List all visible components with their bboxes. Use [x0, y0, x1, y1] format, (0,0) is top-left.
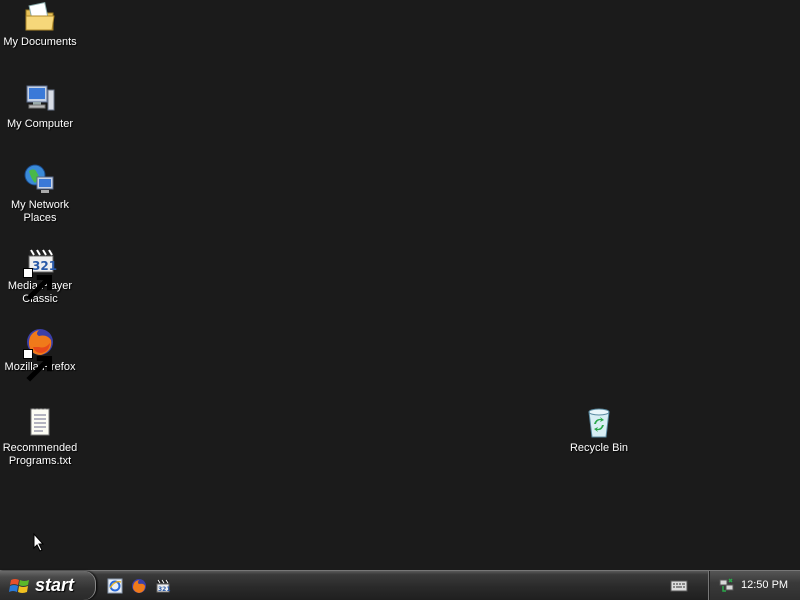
desktop-icon-my-network-places[interactable]: My Network Places — [1, 163, 79, 225]
my-computer-icon — [23, 82, 57, 116]
text-file-icon — [23, 406, 57, 440]
desktop-icon-recycle-bin[interactable]: Recycle Bin — [560, 406, 638, 455]
quick-launch-bar: 321 — [104, 575, 176, 597]
desktop-icon-label: My Computer — [6, 118, 74, 130]
quick-launch-media-player-classic[interactable]: 321 — [152, 575, 174, 597]
start-button[interactable]: start — [0, 571, 96, 600]
desktop-icon-mozilla-firefox[interactable]: Mozilla Firefox — [1, 325, 79, 382]
media-player-classic-icon: 321 — [156, 579, 171, 593]
firefox-icon — [23, 325, 57, 382]
svg-text:321: 321 — [158, 586, 171, 593]
clock[interactable]: 12:50 PM — [741, 579, 788, 591]
desktop-icon-label: Recycle Bin — [569, 442, 629, 454]
network-icon — [719, 578, 734, 592]
desktop-icon-my-documents[interactable]: My Documents — [1, 0, 79, 49]
desktop-icon-label: My Network Places — [10, 199, 70, 224]
my-documents-icon — [23, 0, 57, 34]
network-tray-icon[interactable] — [719, 577, 735, 593]
desktop-icon-my-computer[interactable]: My Computer — [1, 82, 79, 131]
shortcut-arrow-icon — [23, 268, 53, 301]
keyboard-language-indicator[interactable] — [670, 577, 688, 593]
shortcut-arrow-icon — [23, 349, 53, 382]
my-network-places-icon — [23, 163, 57, 197]
desktop: My Documents My Computer My Network Plac… — [0, 0, 800, 570]
desktop-icon-recommended-programs[interactable]: Recommended Programs.txt — [1, 406, 79, 468]
recycle-bin-icon — [582, 406, 616, 440]
keyboard-icon — [670, 580, 688, 592]
quick-launch-internet-explorer[interactable] — [104, 575, 126, 597]
desktop-icon-label: Recommended Programs.txt — [2, 442, 78, 467]
quick-launch-firefox[interactable] — [128, 575, 150, 597]
taskbar: start 321 12:50 PM — [0, 570, 800, 600]
desktop-icon-media-player-classic[interactable]: 321 Media Player Classic — [1, 244, 79, 306]
firefox-icon — [132, 579, 146, 593]
internet-explorer-icon — [107, 578, 123, 594]
start-label: start — [35, 575, 75, 595]
desktop-icon-label: My Documents — [3, 36, 77, 48]
media-player-classic-icon: 321 — [23, 244, 57, 301]
system-tray: 12:50 PM — [708, 571, 800, 600]
mouse-pointer-icon — [33, 533, 45, 552]
windows-flag-icon — [9, 578, 29, 593]
